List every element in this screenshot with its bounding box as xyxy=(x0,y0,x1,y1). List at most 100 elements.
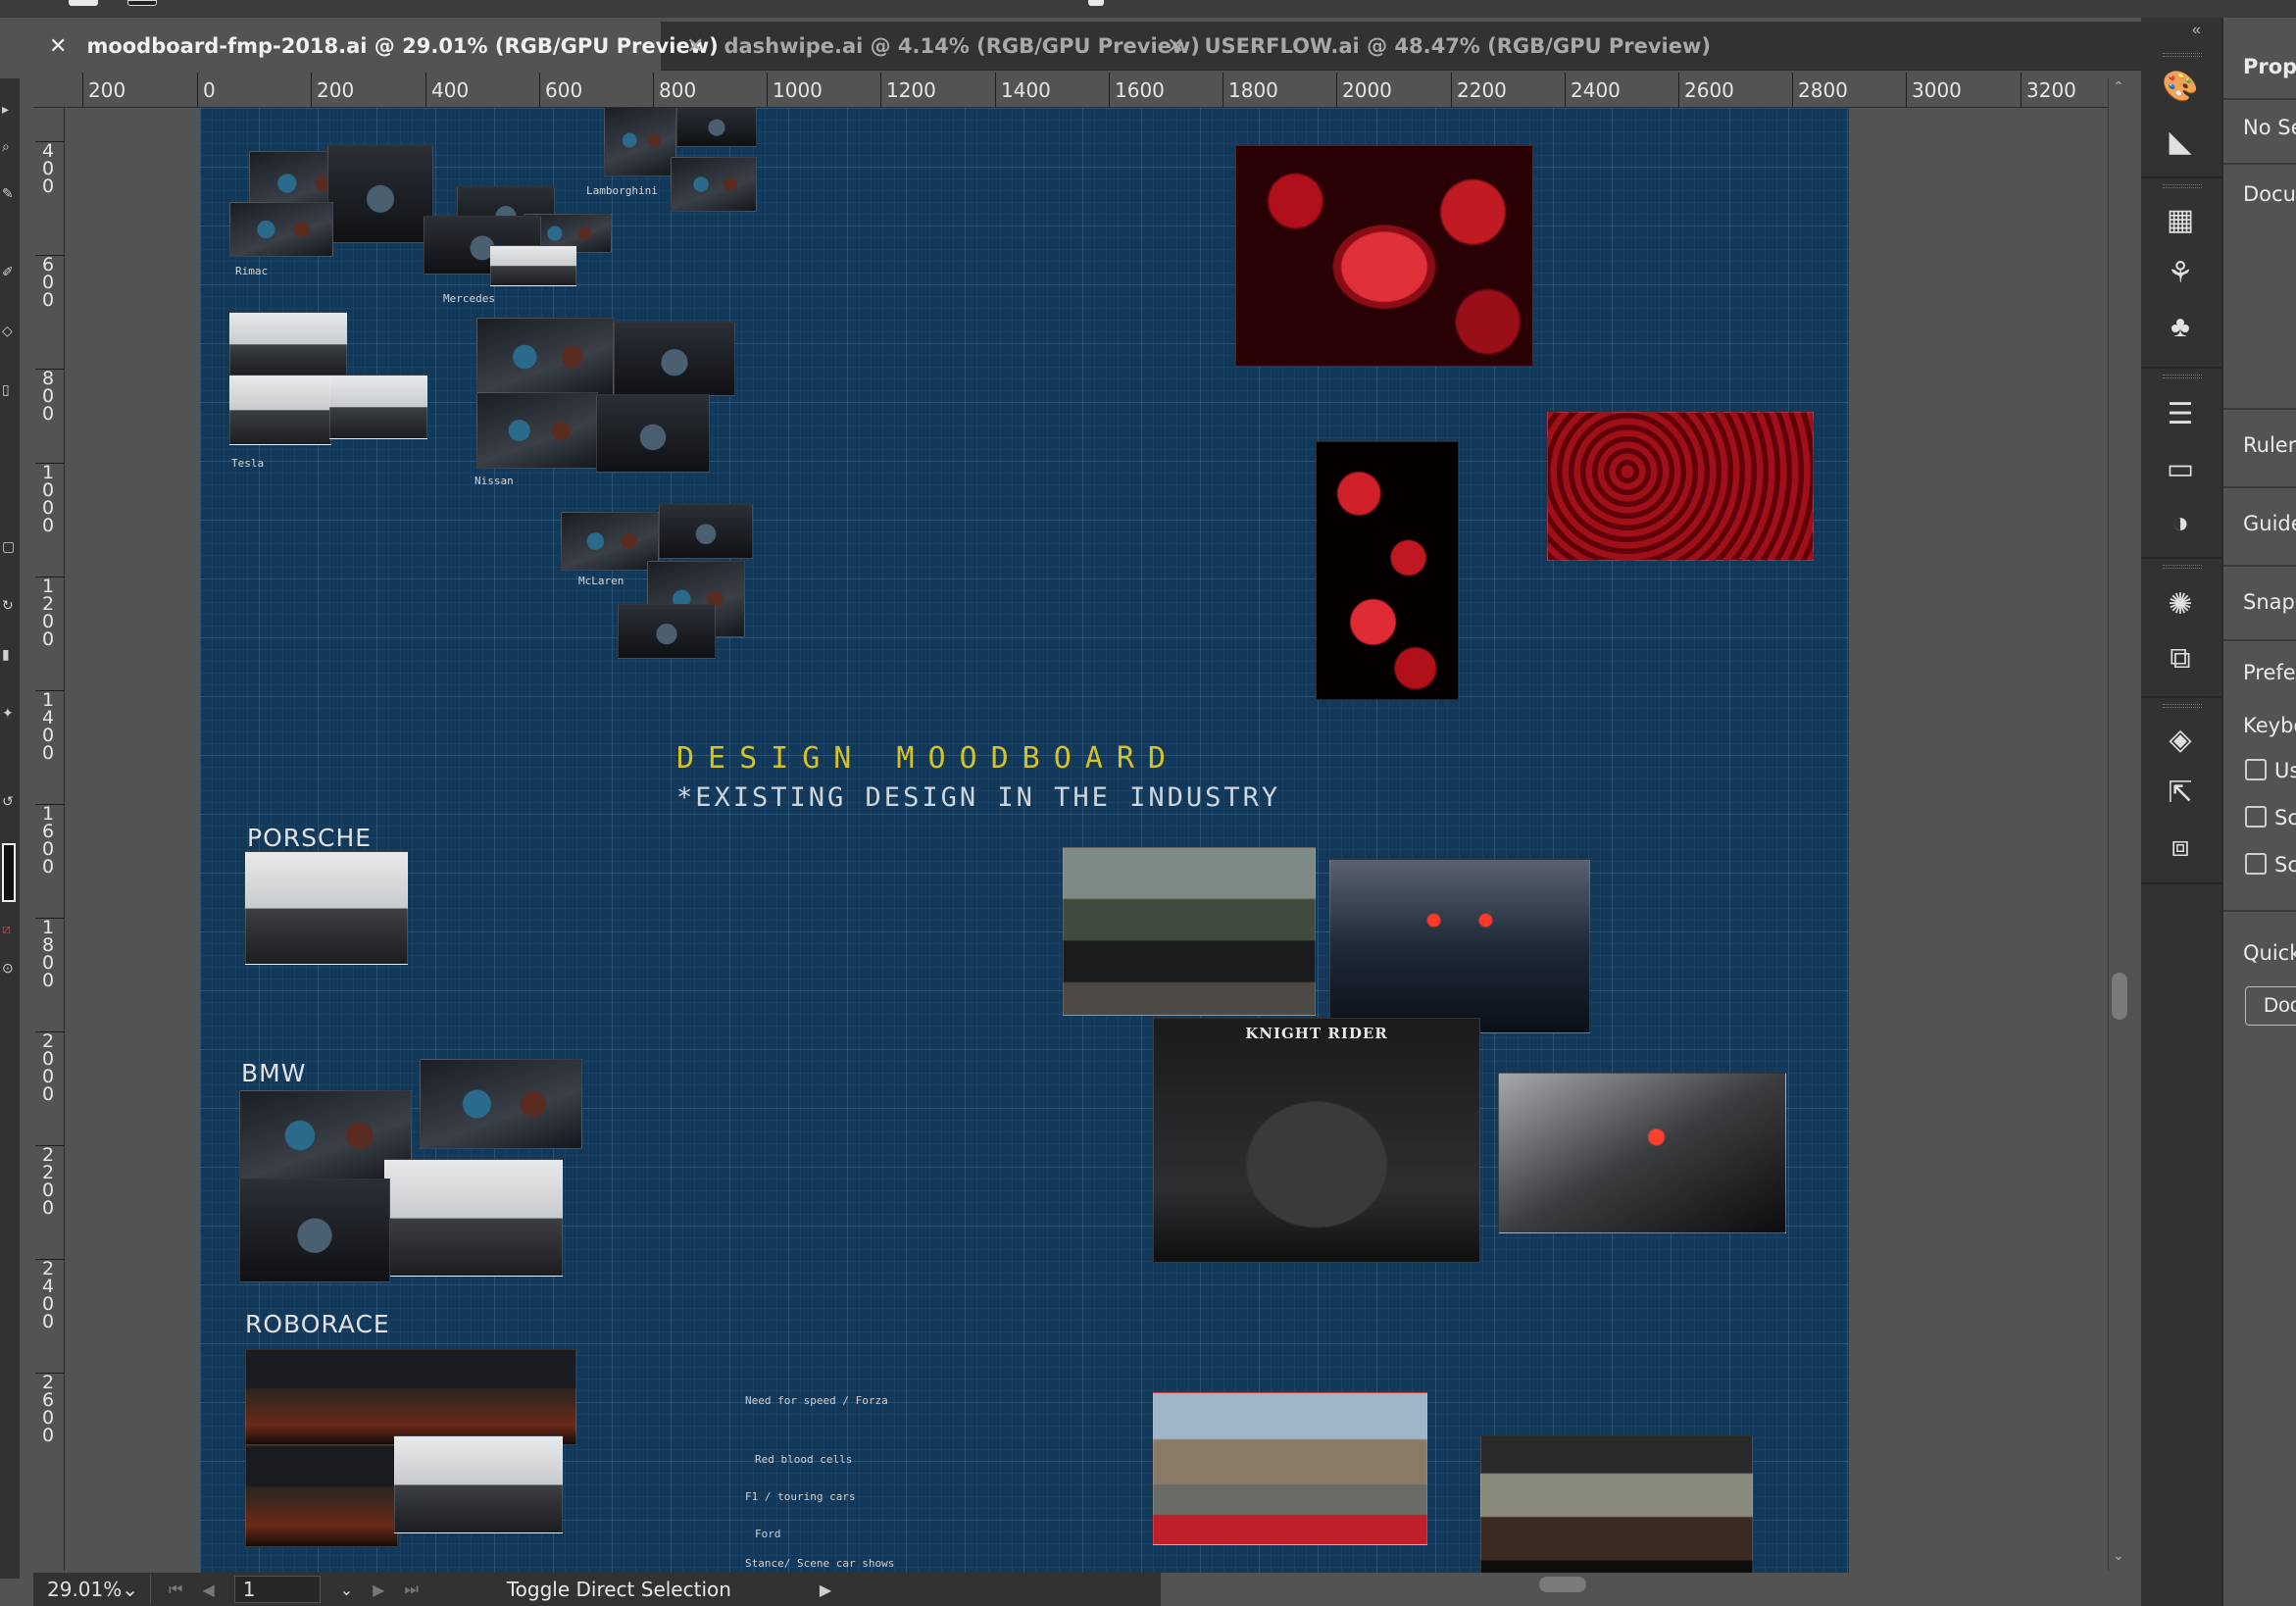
vertical-scrollbar[interactable]: ⌃ ⌄ xyxy=(2108,78,2129,1571)
double-chevron-left-icon[interactable]: « xyxy=(2192,22,2201,39)
hand-tool-icon[interactable]: ↺ xyxy=(2,794,16,808)
artboard-tool-icon[interactable]: ▯ xyxy=(2,382,16,396)
close-icon[interactable]: ✕ xyxy=(686,34,704,59)
vertical-ruler[interactable]: 400 600 800 1000 1200 1400 1600 1800 200… xyxy=(33,108,65,1571)
rotate-tool-icon[interactable]: ↻ xyxy=(2,598,16,612)
rect-tool-icon[interactable]: ▢ xyxy=(2,539,16,553)
knight-rider-poster-image[interactable]: KNIGHT RIDER xyxy=(1153,1018,1480,1263)
panel-title[interactable]: Prope xyxy=(2243,55,2296,78)
checkbox-label: Us xyxy=(2274,759,2296,782)
grip-handle[interactable] xyxy=(2163,375,2202,378)
scroll-down-icon[interactable]: ⌄ xyxy=(2113,1547,2124,1564)
draw-mode-icon[interactable]: ⊙ xyxy=(2,961,16,975)
ruler-label: 1800 xyxy=(1223,73,1278,107)
lamborghini-image[interactable] xyxy=(604,108,676,176)
mclaren-image[interactable] xyxy=(561,512,659,571)
red-blood-cells-image[interactable] xyxy=(1316,441,1459,700)
scroll-thumb[interactable] xyxy=(2112,973,2127,1020)
mercedes-image[interactable] xyxy=(490,245,576,286)
pen-tool-icon[interactable]: ✎ xyxy=(2,186,16,200)
checkbox[interactable] xyxy=(2245,759,2267,780)
bmw-wheel-image[interactable] xyxy=(239,1179,390,1282)
checkbox[interactable] xyxy=(2245,853,2267,875)
racing-game-screenshot[interactable] xyxy=(1153,1392,1427,1545)
none-swatch-icon[interactable]: ⧄ xyxy=(2,922,16,935)
next-page-icon[interactable]: ▶ xyxy=(373,1581,384,1599)
brushes-icon[interactable]: ⚘ xyxy=(2161,253,2200,292)
ruler-label: 2200 xyxy=(1451,73,1507,107)
mclaren-image[interactable] xyxy=(618,604,716,659)
close-icon[interactable]: ✕ xyxy=(49,34,67,59)
roborace-controls-image[interactable] xyxy=(394,1435,563,1533)
layers-icon[interactable]: ◈ xyxy=(2161,720,2200,759)
selection-tool-icon[interactable]: ▸ xyxy=(2,102,16,116)
grip-handle[interactable] xyxy=(2163,704,2202,708)
stroke-icon[interactable]: ☰ xyxy=(2161,394,2200,433)
last-page-icon[interactable]: ⏭ xyxy=(404,1580,418,1599)
tesla-image[interactable] xyxy=(329,375,427,439)
document-setup-button[interactable]: Doc xyxy=(2245,986,2296,1026)
color-palette-icon[interactable]: 🎨 xyxy=(2161,67,2200,106)
knight-rider-interior-image[interactable] xyxy=(1329,859,1590,1033)
nissan-image[interactable] xyxy=(596,394,710,473)
appearance-icon[interactable]: ✺ xyxy=(2161,584,2200,624)
type-tool-icon[interactable]: ▮ xyxy=(2,647,16,661)
nissan-image[interactable] xyxy=(614,322,735,396)
grip-handle[interactable] xyxy=(2163,53,2202,57)
tab-moodboard[interactable]: ✕ moodboard-fmp-2018.ai @ 29.01% (RGB/GP… xyxy=(33,22,719,71)
zoom-tool-icon[interactable]: ⌕ xyxy=(2,139,16,153)
tab-userflow[interactable]: ✕ USERFLOW.ai @ 48.47% (RGB/GPU Preview) xyxy=(1151,22,1711,71)
swatches-icon[interactable]: ▦ xyxy=(2161,200,2200,239)
stroke-swatch[interactable] xyxy=(127,0,157,6)
prev-page-icon[interactable]: ◀ xyxy=(202,1581,214,1599)
scroll-thumb[interactable] xyxy=(1539,1577,1586,1592)
horizontal-ruler[interactable]: 200 0 200 400 600 800 1000 1200 1400 160… xyxy=(33,73,2129,108)
shape-tool-icon[interactable]: ◇ xyxy=(2,324,16,337)
first-page-icon[interactable]: ⏮ xyxy=(169,1580,182,1599)
eyedropper-tool-icon[interactable]: ✦ xyxy=(2,706,16,720)
artboards-icon[interactable]: ⧈ xyxy=(2161,828,2200,867)
rimac-interior-image[interactable] xyxy=(327,145,433,243)
grip-handle[interactable] xyxy=(2163,184,2202,188)
tesla-image[interactable] xyxy=(229,375,331,445)
toolbar-control[interactable] xyxy=(1088,0,1104,6)
mclaren-image[interactable] xyxy=(659,504,753,559)
play-icon[interactable]: ▶ xyxy=(820,1581,831,1599)
lamborghini-image[interactable] xyxy=(676,108,757,147)
transparency-icon[interactable]: ◑ xyxy=(2161,504,2200,543)
ruler-label: 3200 xyxy=(2021,73,2076,107)
bmw-interior-image[interactable] xyxy=(384,1159,563,1277)
red-blood-cell-image[interactable] xyxy=(1235,145,1533,367)
grip-handle[interactable] xyxy=(2163,565,2202,569)
gradient-panel-icon[interactable]: ▭ xyxy=(2161,449,2200,488)
nissan-image[interactable] xyxy=(476,318,614,396)
fill-stroke-icon[interactable] xyxy=(2,843,16,902)
tesla-image[interactable] xyxy=(229,312,347,376)
gradient-icon[interactable]: ◣ xyxy=(2161,122,2200,161)
rimac-screen-image[interactable] xyxy=(229,202,333,257)
page-number-field[interactable]: 1 xyxy=(233,1576,321,1603)
knight-rider-cockpit-image[interactable] xyxy=(1498,1073,1786,1233)
nissan-image[interactable] xyxy=(476,392,598,469)
symbols-icon[interactable]: ♣ xyxy=(2161,308,2200,347)
roborace-city-image[interactable] xyxy=(245,1349,576,1445)
bmw-dashboard-image[interactable] xyxy=(420,1059,582,1149)
porsche-interior-image[interactable] xyxy=(245,851,408,965)
scroll-up-icon[interactable]: ⌃ xyxy=(2113,78,2124,95)
tab-dashwipe[interactable]: ✕ dashwipe.ai @ 4.14% (RGB/GPU Preview) xyxy=(671,22,1200,71)
red-blood-cells-wide-image[interactable] xyxy=(1547,412,1814,561)
brush-tool-icon[interactable]: ✐ xyxy=(2,265,16,278)
moodboard-artboard[interactable]: Rimac Mercedes Lamborghini Tesla Nissan … xyxy=(200,108,1849,1573)
roborace-night-image[interactable] xyxy=(245,1445,398,1547)
lamborghini-image[interactable] xyxy=(671,157,757,212)
chevron-down-icon[interactable]: ⌄ xyxy=(340,1581,353,1599)
asset-export-icon[interactable]: ⇱ xyxy=(2161,773,2200,812)
zoom-select[interactable]: 29.01% ⌄ xyxy=(33,1575,151,1604)
transform-icon[interactable]: ⧉ xyxy=(2161,639,2200,678)
fill-swatch[interactable] xyxy=(69,0,98,6)
knight-rider-car-image[interactable] xyxy=(1063,847,1316,1016)
checkbox[interactable] xyxy=(2245,806,2267,828)
racing-game-cockpit-screenshot[interactable] xyxy=(1480,1435,1753,1573)
close-icon[interactable]: ✕ xyxy=(1167,34,1184,59)
divider xyxy=(2223,98,2296,100)
